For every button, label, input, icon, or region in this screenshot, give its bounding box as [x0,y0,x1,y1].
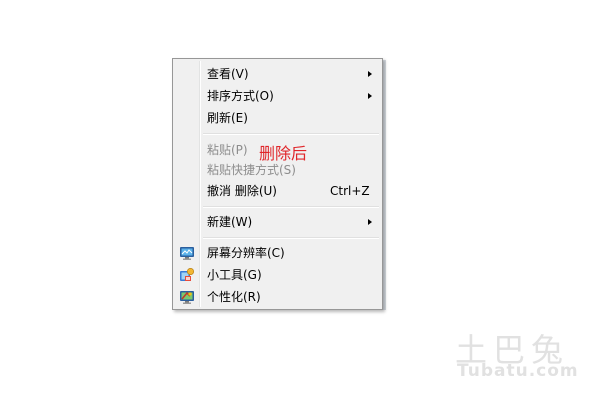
menu-item-gadgets[interactable]: 小工具(G) [175,264,380,286]
menu-item-label: 撤消 删除(U) [207,184,277,198]
menu-item-shortcut: Ctrl+Z [330,184,370,198]
desktop-context-menu: 查看(V) 排序方式(O) 刷新(E) 粘贴(P) 粘贴快捷方式(S) 撤消 删… [172,58,383,310]
menu-item-sort-by[interactable]: 排序方式(O) [175,85,380,107]
watermark-url: Tubatu.com [457,361,579,381]
submenu-arrow-icon [368,71,372,77]
menu-separator [203,206,379,208]
menu-item-new[interactable]: 新建(W) [175,211,380,233]
menu-item-label: 个性化(R) [207,290,261,304]
menu-item-label: 新建(W) [207,215,253,229]
menu-separator [203,237,379,239]
menu-item-label: 刷新(E) [207,111,248,125]
menu-item-label: 屏幕分辨率(C) [207,246,285,260]
watermark: 土巴兔 Tubatu.com [455,325,585,385]
menu-item-label: 粘贴(P) [207,143,248,157]
personalize-icon [179,289,195,305]
menu-item-screen-resolution[interactable]: 屏幕分辨率(C) [175,242,380,264]
menu-item-label: 小工具(G) [207,268,262,282]
menu-item-view[interactable]: 查看(V) [175,63,380,85]
annotation-label: 删除后 [259,144,308,163]
screen-resolution-icon [179,245,195,261]
menu-item-refresh[interactable]: 刷新(E) [175,107,380,129]
menu-item-label: 排序方式(O) [207,89,274,103]
submenu-arrow-icon [368,219,372,225]
desktop-background-strip [383,60,386,310]
menu-item-personalize[interactable]: 个性化(R) [175,286,380,308]
desktop-area: 查看(V) 排序方式(O) 刷新(E) 粘贴(P) 粘贴快捷方式(S) 撤消 删… [0,0,600,400]
menu-separator [203,133,379,135]
gadgets-icon [179,267,195,283]
submenu-arrow-icon [368,93,372,99]
menu-item-undo-delete[interactable]: 撤消 删除(U) Ctrl+Z [175,180,380,202]
menu-item-label: 查看(V) [207,67,249,81]
